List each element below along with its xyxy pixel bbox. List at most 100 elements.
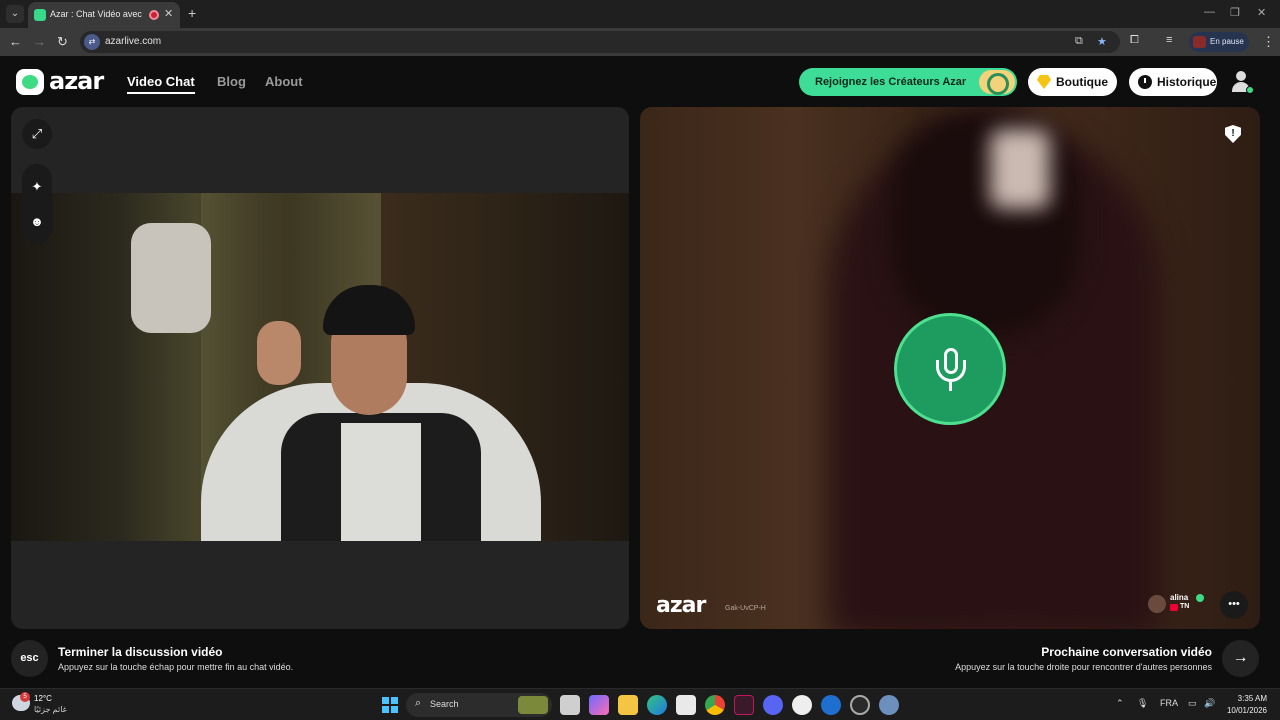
partner-country: TN bbox=[1180, 603, 1190, 610]
partner-avatar bbox=[1148, 595, 1166, 613]
tab-search-icon[interactable]: ⌄ bbox=[6, 5, 24, 23]
maximize-icon[interactable]: ❐ bbox=[1230, 6, 1240, 19]
file-explorer-icon[interactable] bbox=[618, 695, 638, 715]
profile-head bbox=[1236, 71, 1246, 81]
close-tab-icon[interactable]: ✕ bbox=[164, 7, 173, 20]
close-window-icon[interactable]: ✕ bbox=[1257, 6, 1266, 19]
obs-icon[interactable] bbox=[792, 695, 812, 715]
clock-icon bbox=[1138, 75, 1152, 89]
shop-button[interactable]: Boutique bbox=[1028, 68, 1117, 96]
shop-label: Boutique bbox=[1056, 75, 1108, 89]
partner-video-panel: ! azar Gak-UvCP-H alina TN ••• bbox=[640, 107, 1260, 629]
azar-logo-icon[interactable] bbox=[16, 69, 44, 95]
store-icon[interactable] bbox=[676, 695, 696, 715]
chrome-icon[interactable] bbox=[705, 695, 725, 715]
tray-mic-icon[interactable]: 🎙 bbox=[1137, 698, 1148, 709]
next-chat-title: Prochaine conversation vidéo bbox=[1041, 645, 1212, 659]
join-creators-label: Rejoignez les Créateurs Azar bbox=[815, 76, 967, 88]
temperature[interactable]: 12°C bbox=[34, 694, 52, 703]
extensions-icon[interactable]: ⧠ bbox=[1130, 34, 1139, 47]
azar-watermark: azar bbox=[656, 593, 706, 618]
diamond-icon bbox=[1037, 75, 1051, 89]
reload-icon[interactable]: ↻ bbox=[57, 34, 68, 50]
azar-logo-text[interactable]: azar bbox=[49, 67, 104, 95]
search-highlight-image bbox=[518, 696, 548, 714]
session-id: Gak-UvCP-H bbox=[725, 605, 766, 612]
tab-title: Azar : Chat Vidéo avec de n bbox=[50, 9, 142, 19]
azar-page: azar Video Chat Blog About Rejoignez les… bbox=[0, 56, 1280, 688]
partner-info[interactable]: alina TN bbox=[1146, 593, 1206, 617]
background-bag bbox=[131, 223, 211, 333]
browser-app-icon[interactable] bbox=[821, 695, 841, 715]
online-dot bbox=[1246, 86, 1254, 94]
steam-icon[interactable] bbox=[850, 695, 870, 715]
weather-description[interactable]: غائم جزئيًا bbox=[34, 705, 67, 714]
bookmark-star-icon[interactable]: ★ bbox=[1097, 35, 1107, 48]
browser-menu-icon[interactable]: ⋮ bbox=[1262, 34, 1275, 50]
taskbar-search[interactable]: ⌕ Search bbox=[406, 693, 552, 717]
end-chat-button[interactable]: esc bbox=[11, 640, 48, 677]
settings-icon[interactable] bbox=[879, 695, 899, 715]
chat-bubble-icon[interactable]: ••• bbox=[1220, 591, 1248, 619]
self-video-panel: ⤢ ✦ ☻ bbox=[11, 107, 629, 629]
profile-paused-chip[interactable]: En pause bbox=[1189, 32, 1249, 52]
weather-badge: 5 bbox=[20, 692, 30, 702]
new-tab-icon[interactable]: + bbox=[188, 5, 196, 21]
creators-badge-icon bbox=[979, 70, 1015, 95]
install-app-icon[interactable]: ⧉ bbox=[1075, 35, 1083, 48]
history-button[interactable]: Historique bbox=[1129, 68, 1217, 96]
back-icon[interactable]: ← bbox=[9, 34, 22, 49]
person-hoodie-front bbox=[341, 423, 421, 541]
history-label: Historique bbox=[1157, 75, 1217, 89]
taskbar-date[interactable]: 10/01/2026 bbox=[1227, 706, 1267, 715]
edge-icon[interactable] bbox=[647, 695, 667, 715]
media-control-icon[interactable]: ≡ bbox=[1166, 34, 1172, 46]
join-creators-button[interactable]: Rejoignez les Créateurs Azar bbox=[799, 68, 1017, 96]
app-icon[interactable] bbox=[734, 695, 754, 715]
next-chat-arrow-button[interactable]: → bbox=[1222, 640, 1259, 677]
next-chat-hint: Appuyez sur la touche droite pour rencon… bbox=[955, 662, 1212, 672]
self-camera-feed bbox=[11, 193, 629, 541]
country-flag-icon bbox=[1170, 604, 1178, 611]
azar-favicon-icon bbox=[34, 9, 46, 21]
user-profile-icon[interactable] bbox=[1230, 70, 1254, 94]
task-view-icon[interactable] bbox=[560, 695, 580, 715]
discord-icon[interactable] bbox=[763, 695, 783, 715]
blurred-partner-hair bbox=[890, 107, 1080, 337]
report-shield-icon[interactable]: ! bbox=[1225, 125, 1241, 143]
end-chat-hint: Appuyez sur la touche échap pour mettre … bbox=[58, 662, 294, 672]
face-filter-icon[interactable]: ☻ bbox=[22, 214, 52, 229]
profile-status-label: En pause bbox=[1210, 37, 1244, 46]
nav-blog[interactable]: Blog bbox=[217, 74, 246, 89]
search-icon: ⌕ bbox=[415, 697, 422, 709]
browser-tab[interactable]: Azar : Chat Vidéo avec de n ✕ bbox=[28, 2, 180, 28]
taskbar-time[interactable]: 3:35 AM bbox=[1238, 694, 1267, 703]
tray-volume-icon[interactable]: 🔊 bbox=[1204, 698, 1215, 709]
nav-about[interactable]: About bbox=[265, 74, 303, 89]
minimize-icon[interactable]: — bbox=[1204, 6, 1215, 18]
url-text[interactable]: azarlive.com bbox=[105, 36, 161, 47]
recording-icon bbox=[149, 10, 159, 20]
expand-icon[interactable]: ⤢ bbox=[22, 119, 52, 149]
effects-toolbar: ✦ ☻ bbox=[22, 164, 52, 244]
site-info-icon[interactable]: ⇄ bbox=[84, 34, 100, 50]
blurred-phone bbox=[990, 129, 1050, 209]
person-waving-hand bbox=[257, 321, 301, 385]
windows-start-icon[interactable] bbox=[382, 697, 398, 713]
browser-tab-strip: ⌄ Azar : Chat Vidéo avec de n ✕ + — ❐ ✕ bbox=[0, 0, 1280, 28]
address-toolbar: ← → ↻ ⇄ azarlive.com ⧉ ★ ⧠ ≡ ⋮ bbox=[0, 28, 1280, 56]
microphone-stem bbox=[949, 381, 952, 391]
nav-video-chat[interactable]: Video Chat bbox=[127, 74, 195, 94]
search-placeholder: Search bbox=[430, 699, 459, 709]
omnibox[interactable]: ⇄ azarlive.com ⧉ ★ bbox=[80, 31, 1120, 53]
tray-display-icon[interactable]: ▭ bbox=[1188, 698, 1197, 709]
microphone-arc bbox=[936, 360, 966, 382]
sparkle-effects-icon[interactable]: ✦ bbox=[22, 179, 52, 195]
microphone-button[interactable] bbox=[894, 313, 1006, 425]
verified-icon bbox=[1196, 594, 1204, 602]
forward-icon[interactable]: → bbox=[33, 34, 46, 49]
copilot-icon[interactable] bbox=[589, 695, 609, 715]
keyboard-language[interactable]: FRA bbox=[1160, 698, 1178, 708]
tray-chevron-icon[interactable]: ⌃ bbox=[1116, 698, 1124, 709]
partner-name: alina bbox=[1170, 593, 1189, 602]
